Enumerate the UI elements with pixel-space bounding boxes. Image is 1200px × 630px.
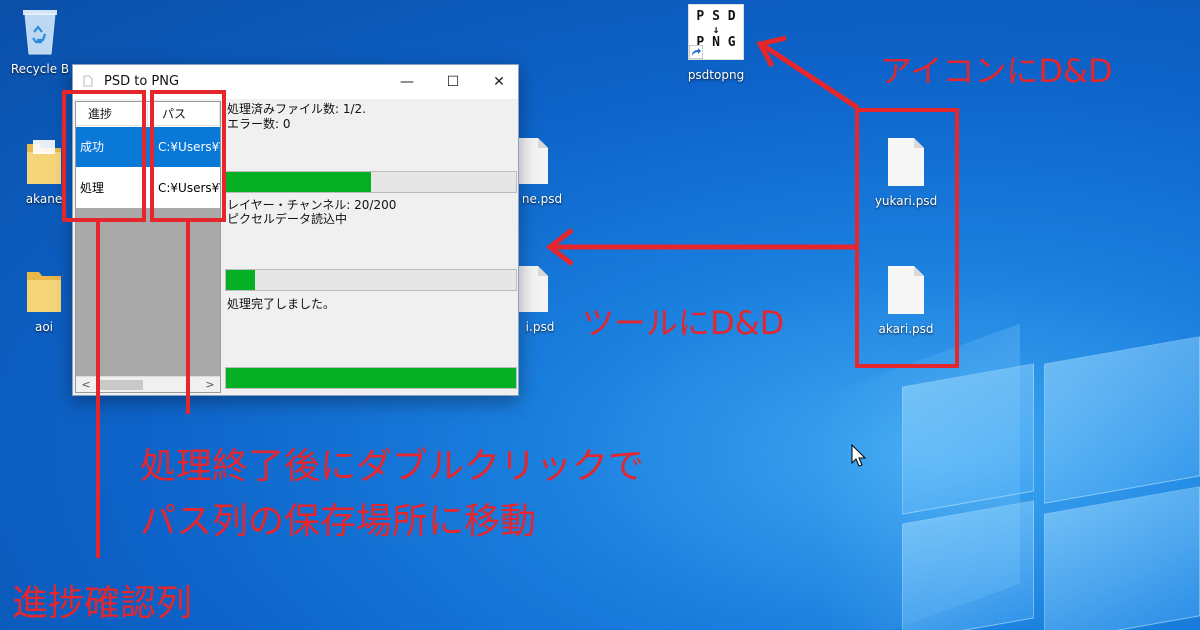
annotation-icon-dnd: アイコンにD&D: [880, 52, 1113, 90]
annotation-tool-dnd: ツールにD&D: [582, 304, 785, 342]
annotation-double-click-line2: パス列の保存場所に移動: [140, 501, 537, 542]
annotation-double-click-line1: 処理終了後にダブルクリックで: [140, 446, 645, 487]
annotation-progress-column: 進捗確認列: [12, 583, 193, 624]
arrow-to-icon-line: [762, 43, 860, 111]
mouse-cursor-icon: [851, 444, 867, 467]
